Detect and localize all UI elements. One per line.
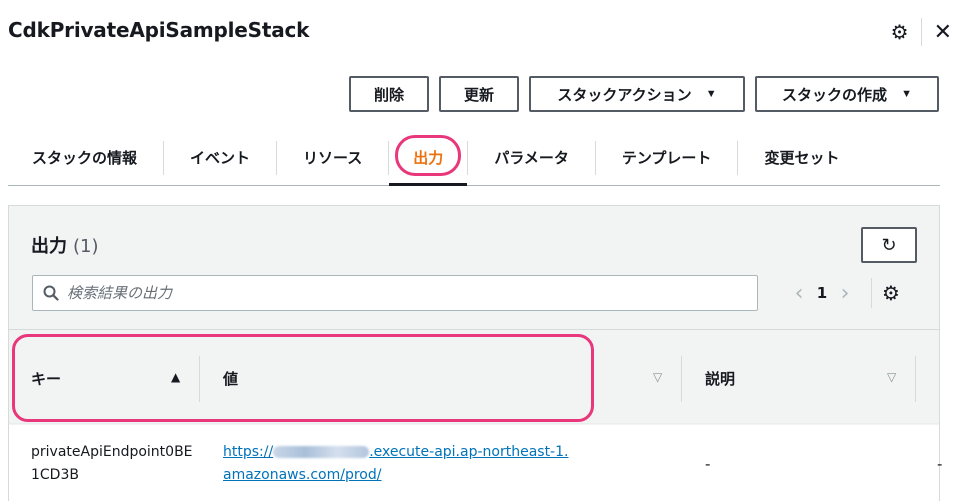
refresh-icon: ↻ — [881, 234, 897, 255]
output-key: privateApiEndpoint0BE1CD3B — [31, 444, 193, 483]
settings-icon[interactable]: ⚙ — [891, 20, 909, 44]
search-field[interactable] — [32, 275, 758, 311]
stack-tabs: スタックの情報 イベント リソース 出力 パラメータ テンプレート 変更セット — [8, 130, 940, 186]
header-tools: ⚙ ✕ — [891, 18, 952, 46]
tab-stack-info[interactable]: スタックの情報 — [8, 130, 163, 185]
column-header-description[interactable]: 説明 — [705, 368, 735, 389]
output-description: - — [705, 455, 711, 473]
endpoint-link-prefix: https:// — [223, 444, 274, 460]
outputs-count: (1) — [73, 236, 99, 257]
search-icon — [43, 285, 59, 301]
pagination-divider — [871, 278, 872, 308]
tab-label: リソース — [303, 149, 363, 167]
tab-template[interactable]: テンプレート — [596, 130, 738, 185]
caret-down-icon: ▼ — [901, 88, 912, 100]
create-stack-dropdown[interactable]: スタックの作成 ▼ — [755, 76, 939, 112]
update-button[interactable]: 更新 — [439, 76, 519, 112]
tab-change-sets[interactable]: 変更セット — [738, 130, 865, 185]
next-page-icon[interactable]: › — [833, 281, 857, 306]
outputs-title: 出力 (1) — [31, 232, 99, 258]
endpoint-link[interactable]: https://.execute-api.ap-northeast-1.amaz… — [223, 444, 568, 483]
refresh-button[interactable]: ↻ — [861, 227, 917, 263]
update-button-label: 更新 — [463, 86, 494, 104]
highlight-ring — [395, 135, 462, 176]
tab-events[interactable]: イベント — [164, 130, 276, 185]
redacted-api-id — [273, 446, 370, 458]
highlight-ring — [12, 334, 594, 422]
tab-resources[interactable]: リソース — [277, 130, 388, 185]
tab-parameters[interactable]: パラメータ — [468, 130, 595, 185]
search-input[interactable] — [67, 284, 717, 302]
delete-button[interactable]: 削除 — [349, 76, 429, 112]
tab-label: スタックの情報 — [32, 149, 138, 167]
tab-label: テンプレート — [621, 149, 712, 167]
sort-icon[interactable]: ▽ — [887, 370, 896, 384]
output-value: https://.execute-api.ap-northeast-1.amaz… — [223, 441, 573, 487]
tab-outputs[interactable]: 出力 — [389, 130, 468, 186]
outputs-table: キー ▲ 値 ▽ 説明 ▽ privateApiEndpoint0BE1CD3B… — [9, 329, 943, 501]
outputs-title-text: 出力 — [31, 236, 67, 257]
table-settings-icon[interactable]: ⚙ — [882, 281, 900, 305]
sort-icon[interactable]: ▽ — [653, 370, 662, 384]
tab-label: パラメータ — [494, 149, 569, 167]
stack-actions-label: スタックアクション — [557, 86, 692, 104]
caret-down-icon: ▼ — [705, 88, 717, 100]
close-icon[interactable]: ✕ — [934, 20, 952, 45]
delete-button-label: 削除 — [373, 86, 404, 104]
outputs-panel: 出力(1) ↻ ‹ 1 › ⚙ キー ▲ 値 ▽ — [8, 205, 943, 501]
column-divider — [915, 356, 916, 402]
stack-action-buttons: 削除 更新 スタックアクション ▼ スタックの作成 ▼ — [349, 76, 939, 112]
column-divider — [681, 356, 682, 402]
create-stack-label: スタックの作成 — [782, 86, 888, 104]
prev-page-icon[interactable]: ‹ — [787, 281, 811, 306]
tab-label: イベント — [190, 149, 251, 167]
current-page-number[interactable]: 1 — [811, 284, 833, 302]
header-divider — [920, 18, 922, 46]
stack-details-page: CdkPrivateApiSampleStack ⚙ ✕ 削除 更新 スタックア… — [0, 0, 960, 501]
stack-title: CdkPrivateApiSampleStack — [8, 18, 310, 42]
stack-actions-dropdown[interactable]: スタックアクション ▼ — [529, 76, 745, 112]
pagination: ‹ 1 › ⚙ — [787, 278, 900, 308]
output-export-name: - — [937, 455, 943, 473]
table-row: privateApiEndpoint0BE1CD3B https://.exec… — [9, 425, 943, 501]
tab-label: 変更セット — [764, 149, 840, 167]
